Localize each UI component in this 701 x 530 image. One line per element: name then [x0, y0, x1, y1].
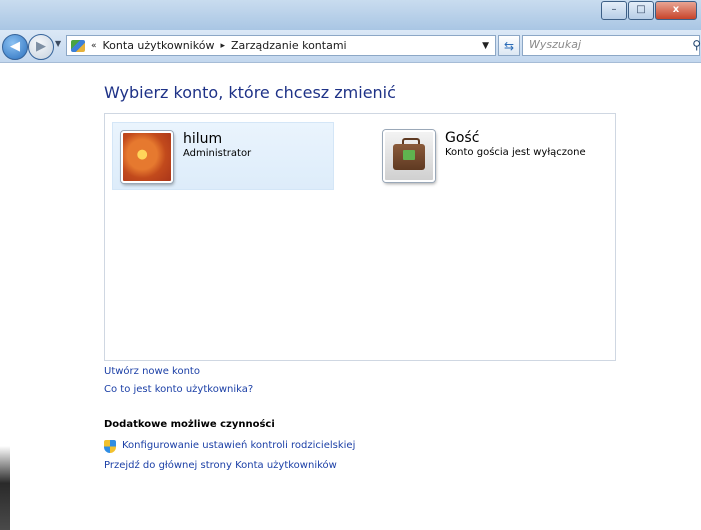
additional-actions-heading: Dodatkowe możliwe czynności — [104, 419, 275, 430]
account-role: Konto gościa jest wyłączone — [445, 147, 586, 158]
shield-icon — [104, 440, 116, 453]
account-info: Gość Konto gościa jest wyłączone — [445, 130, 586, 158]
window-controls: – □ x — [600, 1, 697, 20]
briefcase-avatar-icon — [383, 130, 435, 182]
account-tile-hilum[interactable]: hilum Administrator — [112, 122, 334, 190]
breadcrumb-separator[interactable]: ▸ — [220, 41, 225, 51]
user-accounts-icon — [71, 39, 85, 52]
arrow-left-icon: ◀ — [10, 39, 20, 54]
accounts-panel: hilum Administrator Gość Konto gościa je… — [104, 113, 616, 361]
briefcase-tag — [403, 150, 415, 160]
maximize-button[interactable]: □ — [628, 1, 654, 20]
create-account-link[interactable]: Utwórz nowe konto — [104, 366, 200, 377]
refresh-icon: ⇆ — [503, 39, 515, 53]
window-left-edge — [0, 63, 10, 530]
address-bar[interactable]: « Konta użytkowników ▸ Zarządzanie konta… — [66, 35, 496, 56]
breadcrumb-user-accounts[interactable]: Konta użytkowników — [103, 39, 215, 52]
overflow-chevron[interactable]: « — [91, 41, 97, 51]
search-icon[interactable]: ⚲ — [692, 38, 701, 52]
flower-avatar-icon — [121, 131, 173, 183]
account-tile-guest[interactable]: Gość Konto gościa jest wyłączone — [375, 122, 605, 188]
main-user-accounts-link[interactable]: Przejdź do głównej strony Konta użytkown… — [104, 460, 337, 471]
breadcrumb-manage-accounts[interactable]: Zarządzanie kontami — [231, 39, 347, 52]
arrow-right-icon: ▶ — [36, 39, 46, 54]
account-name: Gość — [445, 130, 480, 146]
account-name: hilum — [183, 131, 223, 147]
what-is-account-link[interactable]: Co to jest konto użytkownika? — [104, 384, 253, 395]
main-content: Wybierz konto, które chcesz zmienić hilu… — [0, 63, 701, 530]
close-button[interactable]: x — [655, 1, 697, 20]
parental-controls-link[interactable]: Konfigurowanie ustawień kontroli rodzici… — [122, 440, 355, 451]
minimize-button[interactable]: – — [601, 1, 627, 20]
navigation-bar: ◀ ▶ ▼ « Konta użytkowników ▸ Zarządzanie… — [0, 30, 701, 63]
back-button[interactable]: ◀ — [2, 34, 28, 60]
window-titlebar: – □ x — [0, 0, 701, 30]
chevron-down-icon: ▼ — [55, 39, 62, 48]
account-info: hilum Administrator — [183, 131, 251, 159]
forward-button[interactable]: ▶ — [28, 34, 54, 60]
search-placeholder: Wyszukaj — [529, 38, 582, 51]
page-title: Wybierz konto, które chcesz zmienić — [104, 83, 396, 102]
account-role: Administrator — [183, 148, 252, 159]
search-input[interactable]: Wyszukaj ⚲ — [522, 35, 701, 56]
refresh-button[interactable]: ⇆ — [498, 35, 520, 56]
recent-pages-dropdown[interactable]: ▼ — [55, 39, 61, 48]
address-dropdown-icon[interactable]: ▼ — [482, 41, 489, 51]
